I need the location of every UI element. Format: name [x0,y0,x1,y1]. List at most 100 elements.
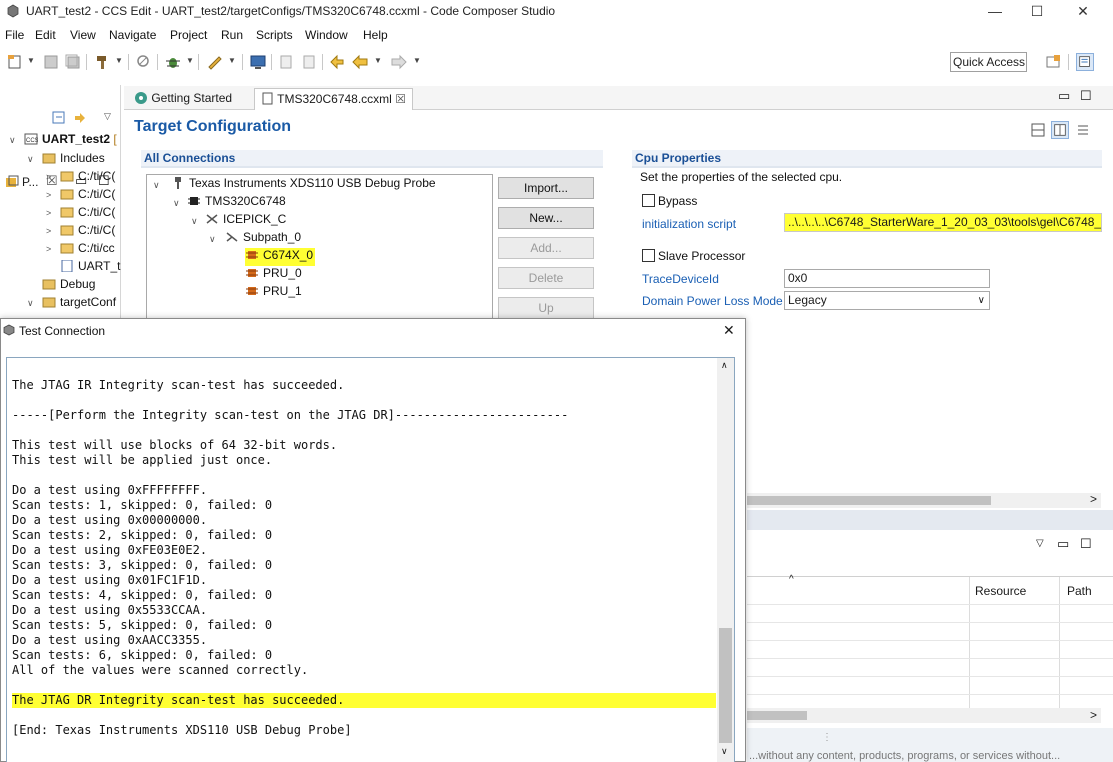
tree-item-pru1[interactable]: PRU_1 [245,284,302,302]
bypass-checkbox[interactable] [642,194,655,207]
delete-button[interactable]: Delete [498,267,594,289]
flash-tool-icon[interactable] [206,53,224,71]
open-type-icon[interactable] [278,53,296,71]
debug-bug-icon[interactable] [164,53,182,71]
trace-device-id-label[interactable]: TraceDeviceId [642,272,719,286]
console-output-area[interactable]: The JTAG IR Integrity scan-test has succ… [6,357,735,762]
scroll-down-icon[interactable]: ∨ [721,746,728,757]
chevron-right-icon[interactable]: > [46,244,51,254]
domain-power-loss-mode-label[interactable]: Domain Power Loss Mode [642,294,783,308]
minimize-view-icon[interactable]: ▭ [1057,536,1069,552]
menu-scripts[interactable]: Scripts [256,28,293,42]
open-perspective-icon[interactable] [1044,53,1062,71]
menu-run[interactable]: Run [221,28,243,42]
column-path[interactable]: Path [1067,584,1092,598]
chevron-down-icon[interactable]: ∨ [173,198,180,209]
new-icon[interactable] [6,53,24,71]
new-dropdown-icon[interactable]: ▼ [27,56,35,65]
build-hammer-icon[interactable] [94,53,112,71]
initialization-script-field[interactable]: ..\..\..\..\C6748_StarterWare_1_20_03_03… [784,213,1102,232]
add-button[interactable]: Add... [498,237,594,259]
forward-arrow-icon[interactable] [390,53,408,71]
menu-file[interactable]: File [5,28,24,42]
up-button[interactable]: Up [498,297,594,319]
chevron-right-icon[interactable]: > [46,190,51,200]
menu-window[interactable]: Window [305,28,348,42]
minimize-button[interactable]: — [972,0,1018,24]
scroll-right-icon[interactable]: > [1090,708,1097,722]
import-button[interactable]: Import... [498,177,594,199]
debug-dropdown-icon[interactable]: ▼ [186,56,194,65]
forward-dropdown-icon[interactable]: ▼ [413,56,421,65]
maximize-button[interactable]: ☐ [1014,0,1060,24]
tree-item-include-path[interactable]: C:/ti/cc [60,241,115,259]
search-tool-icon[interactable] [135,53,153,71]
save-icon[interactable] [42,53,60,71]
new-button[interactable]: New... [498,207,594,229]
console-vertical-scrollbar[interactable]: ∧ ∨ [717,358,734,762]
back-dropdown-icon[interactable]: ▼ [374,56,382,65]
chevron-down-icon[interactable]: ∨ [209,234,216,245]
tree-item-device[interactable]: TMS320C6748 [187,194,286,212]
chevron-down-icon[interactable]: ∨ [27,154,34,165]
dialog-close-button[interactable]: ✕ [723,322,735,339]
build-dropdown-icon[interactable]: ▼ [115,56,123,65]
quick-access-field[interactable]: Quick Access [950,52,1027,72]
problems-horizontal-scrollbar[interactable] [747,708,1101,723]
chevron-down-icon[interactable]: ∨ [153,180,160,191]
flash-dropdown-icon[interactable]: ▼ [228,56,236,65]
editor-horizontal-scrollbar[interactable] [747,493,1101,508]
tree-item-subpath[interactable]: Subpath_0 [225,230,301,248]
scroll-up-icon[interactable]: ∧ [721,360,728,371]
maximize-editor-icon[interactable]: ☐ [1080,88,1092,104]
ccs-edit-perspective-icon[interactable] [1076,53,1094,71]
tree-item-includes[interactable]: Includes [42,151,105,169]
scrollbar-thumb[interactable] [719,628,732,743]
tree-item-icepick[interactable]: ICEPICK_C [205,212,286,230]
menu-edit[interactable]: Edit [35,28,56,42]
terminal-icon[interactable] [249,53,267,71]
tree-item-target-configs[interactable]: targetConf [42,295,116,313]
tab-ccxml[interactable]: TMS320C6748.ccxml ☒ [254,88,413,110]
chevron-right-icon[interactable]: > [46,208,51,218]
minimize-editor-icon[interactable]: ▭ [1058,88,1070,104]
save-all-icon[interactable] [64,53,82,71]
close-window-button[interactable]: ✕ [1060,0,1106,24]
sort-up-icon[interactable]: ^ [789,574,794,585]
view-menu-icon[interactable]: ▽ [1036,538,1044,549]
tree-item-include-path[interactable]: C:/ti/C( [60,187,115,205]
tree-item-include-path[interactable]: C:/ti/C( [60,169,115,187]
scrollbar-thumb[interactable] [747,711,807,720]
tree-item-probe[interactable]: Texas Instruments XDS110 USB Debug Probe [171,176,436,194]
scrollbar-thumb[interactable] [747,496,991,505]
domain-power-loss-mode-select[interactable]: Legacy ∨ [784,291,990,310]
maximize-view-icon[interactable]: ☐ [1080,536,1092,552]
layout-horizontal-icon[interactable] [1030,122,1046,138]
menu-navigate[interactable]: Navigate [109,28,156,42]
tab-getting-started[interactable]: Getting Started [128,88,238,110]
tree-item-debug[interactable]: Debug [42,277,95,295]
menu-project[interactable]: Project [170,28,207,42]
chevron-down-icon[interactable]: ∨ [27,298,34,309]
column-resource[interactable]: Resource [975,584,1026,598]
tree-item-include-path[interactable]: C:/ti/C( [60,223,115,241]
layout-vertical-icon[interactable] [1051,121,1069,139]
chevron-right-icon[interactable]: > [46,226,51,236]
tree-item-uart-file[interactable]: UART_t [60,259,120,277]
chevron-down-icon[interactable]: ∨ [191,216,198,227]
menu-help[interactable]: Help [363,28,388,42]
last-edit-icon[interactable] [328,53,346,71]
layout-list-icon[interactable] [1075,122,1091,138]
slave-processor-checkbox[interactable] [642,249,655,262]
chevron-down-icon[interactable]: ∨ [978,292,985,309]
tree-item-pru0[interactable]: PRU_0 [245,266,302,284]
view-menu-icon[interactable]: ▽ [104,111,111,122]
menu-view[interactable]: View [70,28,96,42]
chevron-right-icon[interactable]: > [46,172,51,182]
initialization-script-label[interactable]: initialization script [642,217,736,231]
open-resource-icon[interactable] [300,53,318,71]
collapse-all-icon[interactable] [52,111,66,125]
trace-device-id-field[interactable]: 0x0 [784,269,990,288]
close-tab-icon[interactable]: ☒ [395,92,406,106]
chevron-down-icon[interactable]: ∨ [9,135,16,146]
